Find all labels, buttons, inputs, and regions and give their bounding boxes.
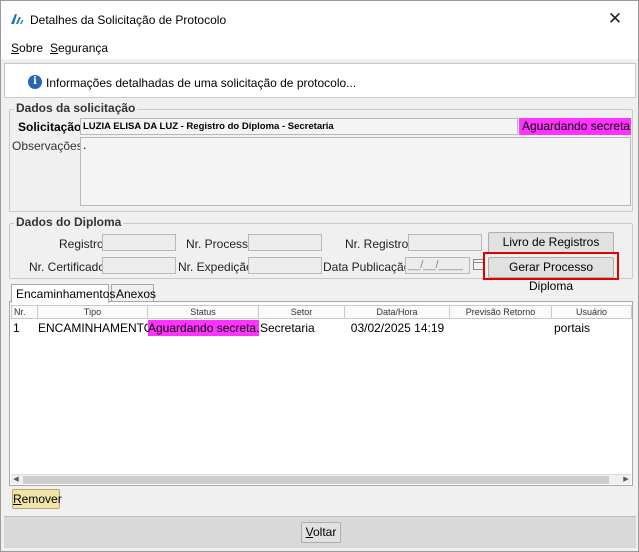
solicitacao-group-label: Dados da solicitação bbox=[14, 101, 138, 115]
col-nr[interactable]: Nr. bbox=[11, 305, 38, 319]
remover-button[interactable]: Remover bbox=[12, 489, 62, 509]
remover-label: emover bbox=[21, 492, 62, 506]
info-text: Informações detalhadas de uma solicitaçã… bbox=[46, 76, 357, 90]
cell-nr: 1 bbox=[13, 321, 20, 335]
status-badge: Aguardando secretaria bbox=[519, 118, 631, 135]
menu-item-sobre-label: obre bbox=[19, 41, 44, 55]
menu-item-seguranca-label: egurança bbox=[58, 41, 109, 55]
app-logo-icon bbox=[11, 14, 24, 24]
encaminhamentos-grid: Nr. Tipo Status Setor Data/Hora Previsão… bbox=[9, 301, 633, 486]
table-row[interactable]: 1 ENCAMINHAMENTO Aguardando secreta... S… bbox=[11, 320, 632, 336]
menu-item-seguranca[interactable]: Segurança bbox=[50, 41, 108, 55]
cell-tipo: ENCAMINHAMENTO bbox=[38, 321, 148, 335]
nr-registro-label: Nr. Registro: bbox=[345, 237, 412, 251]
col-setor[interactable]: Setor bbox=[259, 305, 345, 319]
nr-expedicao-label: Nr. Expedição: bbox=[178, 260, 257, 274]
cell-setor: Secretaria bbox=[260, 321, 315, 335]
diploma-group-label: Dados do Diploma bbox=[14, 215, 124, 229]
col-previsao-retorno[interactable]: Previsão Retorno bbox=[450, 305, 552, 319]
info-panel: i Informações detalhadas de uma solicita… bbox=[4, 63, 636, 98]
cell-usuario: portais bbox=[554, 321, 591, 335]
solicitacao-label: Solicitação: bbox=[18, 120, 86, 134]
tab-encaminhamentos[interactable]: Encaminhamentos bbox=[11, 284, 115, 303]
scrollbar-thumb[interactable] bbox=[23, 476, 609, 484]
highlight-annotation bbox=[483, 252, 619, 280]
grid-header: Nr. Tipo Status Setor Data/Hora Previsão… bbox=[11, 305, 632, 319]
col-tipo[interactable]: Tipo bbox=[38, 305, 148, 319]
window-title: Detalhes da Solicitação de Protocolo bbox=[30, 13, 227, 27]
nr-processo-field[interactable] bbox=[248, 234, 322, 251]
observacoes-label: Observações: bbox=[12, 139, 87, 153]
data-publicacao-label: Data Publicação: bbox=[323, 260, 414, 274]
observacoes-field[interactable]: . bbox=[80, 137, 631, 206]
menu-item-seguranca-mnemonic: S bbox=[50, 41, 59, 55]
nr-certificado-field[interactable] bbox=[102, 257, 176, 274]
nr-expedicao-field[interactable] bbox=[248, 257, 322, 274]
tab-anexos[interactable]: Anexos bbox=[111, 284, 156, 302]
menu-item-sobre-mnemonic: S bbox=[11, 41, 20, 55]
menu-bar: Sobre Segurança bbox=[1, 37, 638, 59]
livro-registros-button[interactable]: Livro de Registros bbox=[488, 232, 614, 253]
voltar-label: oltar bbox=[313, 525, 337, 539]
voltar-mnemonic: V bbox=[305, 525, 313, 539]
data-publicacao-field[interactable]: __/__/____ bbox=[405, 257, 470, 274]
close-button[interactable]: ✕ bbox=[592, 1, 638, 37]
registro-label: Registro: bbox=[59, 237, 108, 251]
col-usuario[interactable]: Usuário bbox=[552, 305, 632, 319]
scroll-right-icon[interactable]: ▶ bbox=[621, 475, 631, 485]
footer-bar: Voltar bbox=[4, 516, 636, 548]
voltar-button[interactable]: Voltar bbox=[301, 522, 341, 543]
dialog-window: Detalhes da Solicitação de Protocolo ✕ S… bbox=[0, 0, 639, 552]
nr-registro-field[interactable] bbox=[408, 234, 482, 251]
info-icon: i bbox=[28, 75, 42, 89]
col-data-hora[interactable]: Data/Hora bbox=[345, 305, 450, 319]
col-status[interactable]: Status bbox=[148, 305, 259, 319]
cell-status: Aguardando secreta... bbox=[148, 320, 259, 336]
remover-mnemonic: R bbox=[13, 492, 22, 506]
horizontal-scrollbar[interactable]: ◀ ▶ bbox=[11, 474, 631, 484]
solicitacao-field[interactable]: LUZIA ELISA DA LUZ - Registro do Diploma… bbox=[80, 118, 518, 135]
nr-certificado-label: Nr. Certificado: bbox=[29, 260, 109, 274]
scroll-left-icon[interactable]: ◀ bbox=[11, 475, 21, 485]
registro-field[interactable] bbox=[102, 234, 176, 251]
title-bar: Detalhes da Solicitação de Protocolo ✕ bbox=[1, 1, 638, 37]
menu-item-sobre[interactable]: Sobre bbox=[11, 41, 43, 55]
cell-data-hora: 03/02/2025 14:19 bbox=[350, 321, 445, 335]
cell-previsao-retorno bbox=[450, 320, 552, 336]
